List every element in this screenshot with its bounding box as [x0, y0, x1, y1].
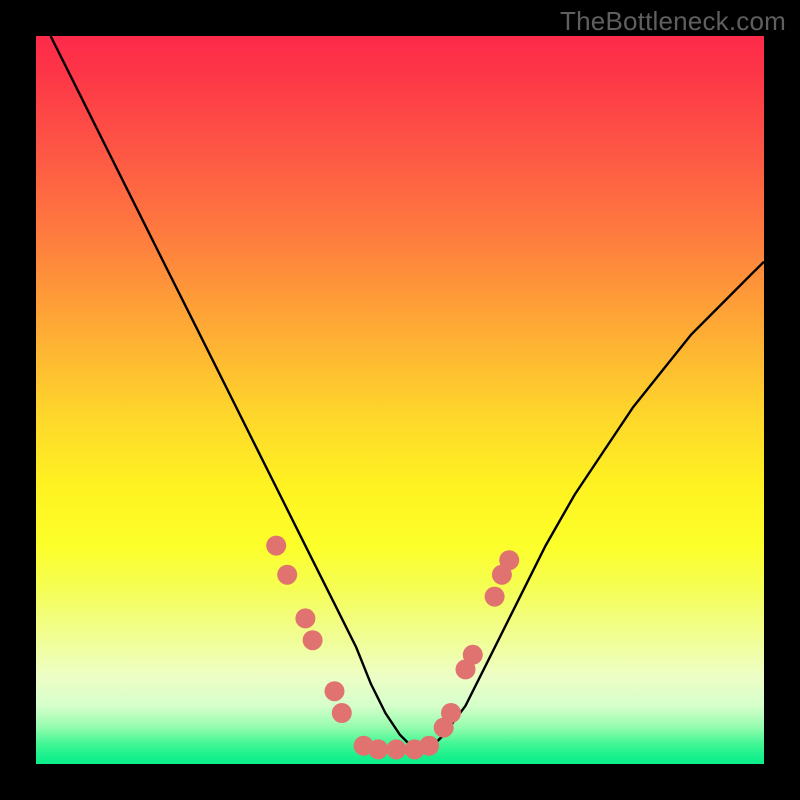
bottleneck-curve-line [51, 36, 764, 749]
highlight-dot [386, 739, 406, 759]
watermark-text: TheBottleneck.com [560, 6, 786, 37]
highlight-dot [419, 736, 439, 756]
highlight-dot [485, 587, 505, 607]
highlight-dot [368, 739, 388, 759]
highlight-dot [295, 608, 315, 628]
highlight-dot [332, 703, 352, 723]
highlight-dot [463, 645, 483, 665]
highlight-dot [441, 703, 461, 723]
highlight-dot [325, 681, 345, 701]
highlight-dot [277, 565, 297, 585]
highlight-dot [303, 630, 323, 650]
chart-frame: TheBottleneck.com [0, 0, 800, 800]
highlight-dot [499, 550, 519, 570]
highlight-dot [266, 536, 286, 556]
chart-svg [36, 36, 764, 764]
plot-area [36, 36, 764, 764]
